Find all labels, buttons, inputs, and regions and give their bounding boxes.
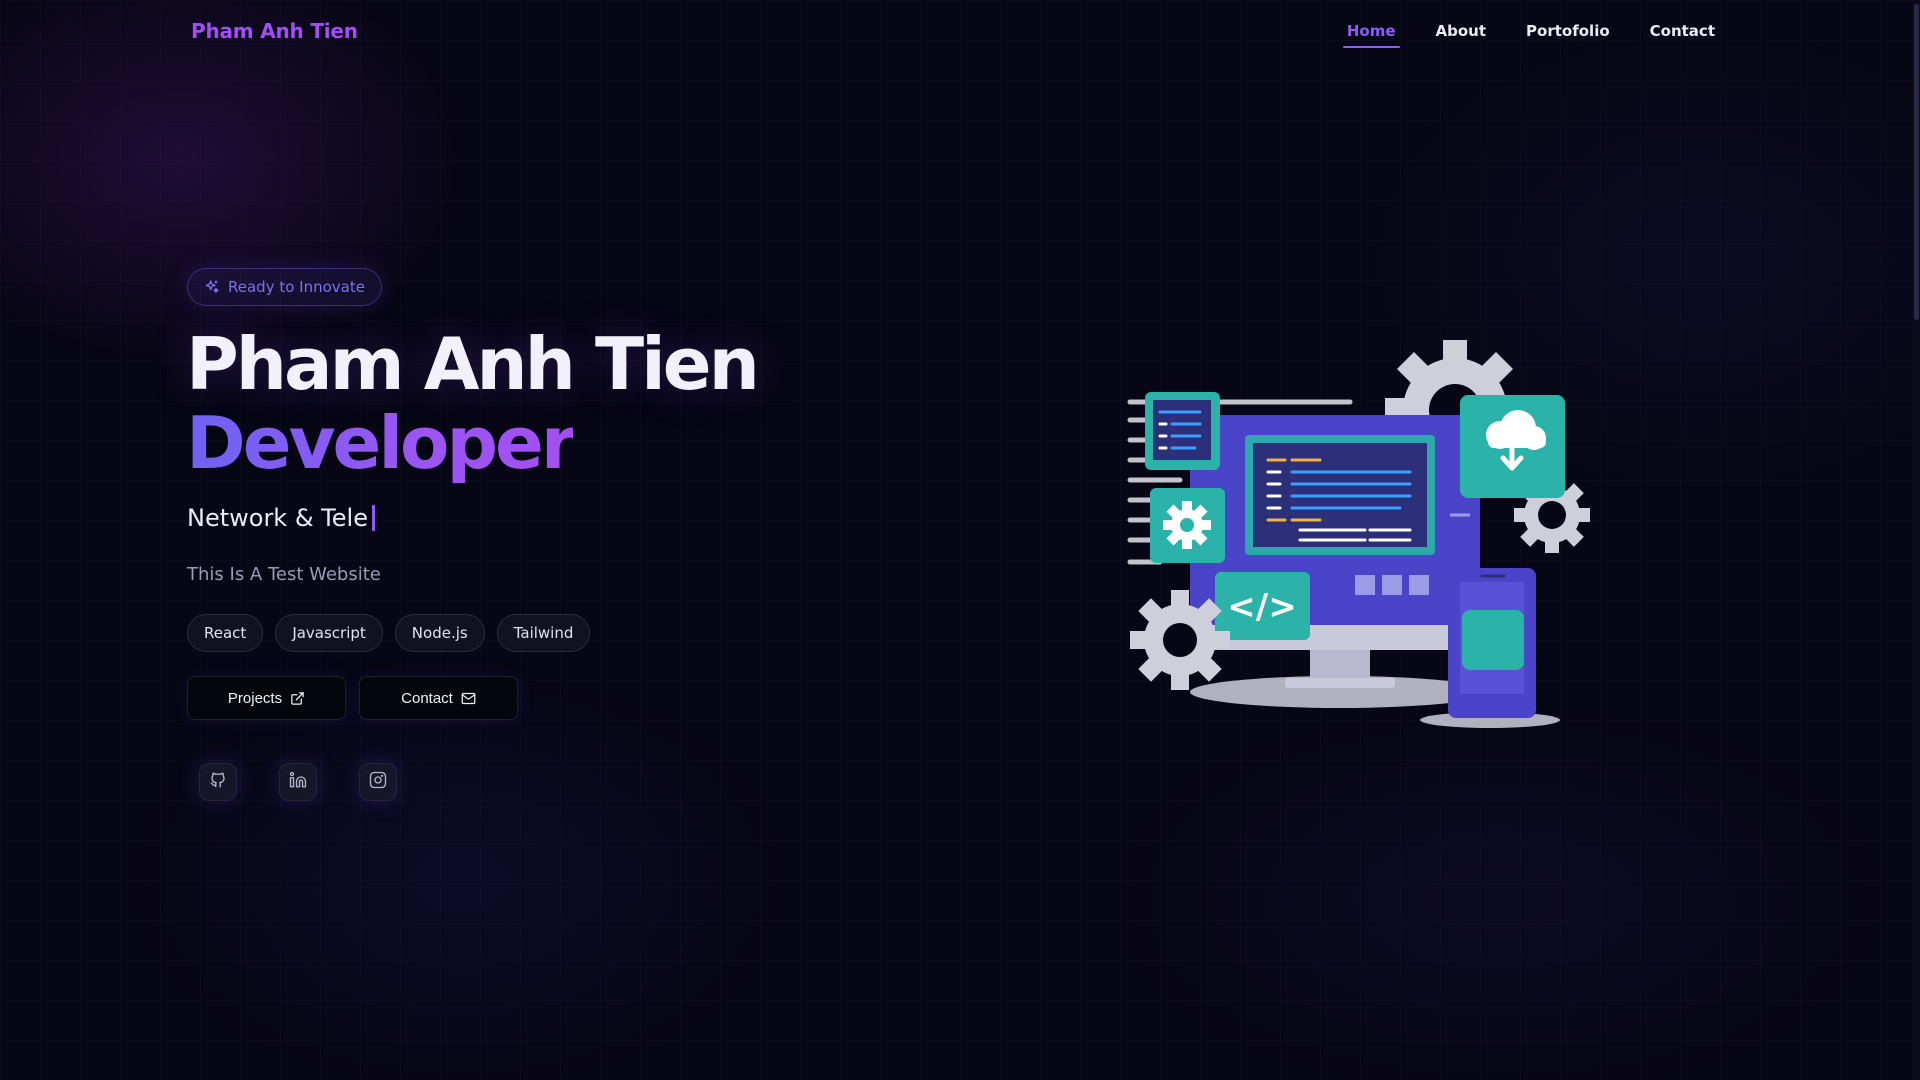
external-link-icon [290,691,305,706]
background-glow [0,0,1920,1080]
mail-icon [461,691,476,706]
hero-role: Developer [186,401,576,485]
typing-caret [371,505,375,531]
sparkles-icon [204,279,220,295]
hero-title: Pham Anh Tien [186,322,760,406]
social-links [199,763,397,801]
nav-item-portfolio[interactable]: Portofolio [1526,22,1610,48]
developer-illustration: </> [1120,340,1600,740]
nav-item-about[interactable]: About [1436,22,1487,48]
brand-logo[interactable]: Pham Anh Tien [191,19,358,43]
github-icon [209,771,227,793]
cta-buttons: Projects Contact [187,676,518,720]
contact-button[interactable]: Contact [359,676,518,720]
main-nav: Home About Portofolio Contact [1342,22,1715,48]
nav-item-home[interactable]: Home [1342,22,1400,48]
scrollbar-thumb[interactable] [1914,4,1919,320]
linkedin-icon [289,771,307,793]
tag-javascript: Javascript [275,614,383,652]
badge-label: Ready to Innovate [228,278,365,296]
ready-badge: Ready to Innovate [187,268,382,306]
scrollbar[interactable] [1912,0,1920,1080]
svg-text:</>: </> [1227,587,1296,627]
projects-button-label: Projects [227,689,283,707]
tag-react: React [187,614,264,652]
linkedin-link[interactable] [279,763,317,801]
tag-nodejs: Node.js [394,614,485,652]
typing-text-value: Network & Tele [187,504,368,532]
hero-subtitle: This Is A Test Website [187,564,381,585]
contact-button-label: Contact [401,689,453,707]
typing-text: Network & Tele [187,504,375,532]
github-link[interactable] [199,763,237,801]
nav-item-contact[interactable]: Contact [1650,22,1715,48]
projects-button[interactable]: Projects [187,676,346,720]
tag-tailwind: Tailwind [496,614,591,652]
instagram-icon [369,771,387,793]
instagram-link[interactable] [359,763,397,801]
tech-tags: React Javascript Node.js Tailwind [187,614,591,652]
